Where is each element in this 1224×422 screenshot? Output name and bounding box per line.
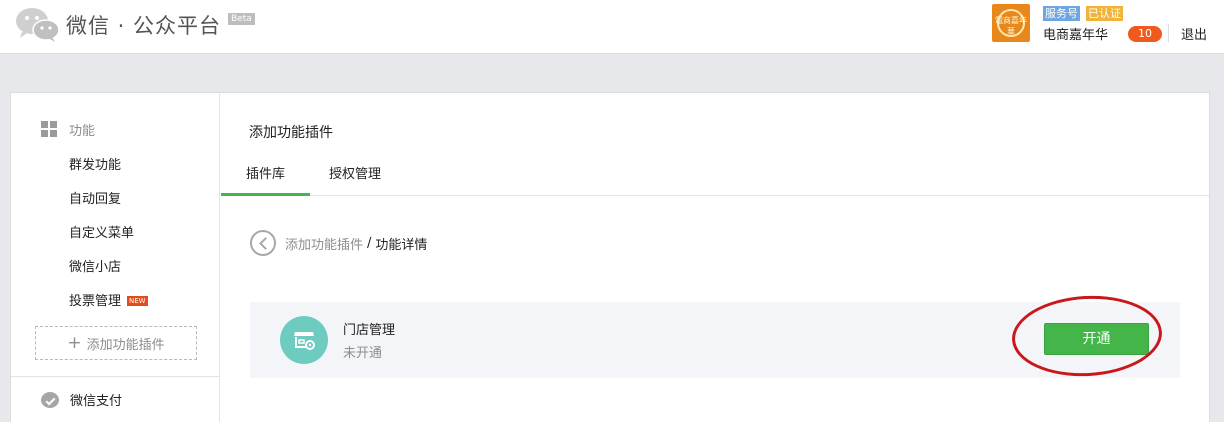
- beta-badge: Beta: [228, 13, 255, 25]
- tab-authorization-management[interactable]: 授权管理: [329, 155, 381, 196]
- add-plugin-button[interactable]: + 添加功能插件: [35, 326, 197, 360]
- add-plugin-label: 添加功能插件: [86, 337, 165, 353]
- plugin-name: 门店管理: [343, 323, 396, 338]
- wechat-pay-icon: [41, 391, 59, 408]
- sidebar-item-mass-send[interactable]: 群发功能: [69, 154, 121, 173]
- tab-label: 授权管理: [329, 167, 382, 182]
- platform-title: 微信 · 公众平台: [66, 14, 222, 38]
- page-title: 添加功能插件: [249, 125, 333, 141]
- new-badge: NEW: [127, 296, 148, 306]
- sidebar: 功能 群发功能 自动回复 自定义菜单 微信小店 投票管理 NEW + 添加功能插件…: [11, 93, 220, 422]
- header-divider: [1168, 24, 1169, 42]
- top-header: 微信 · 公众平台 Beta 電商嘉年華 服务号 已认证 电商嘉年华 10 退出: [0, 0, 1224, 54]
- verified-badge: 已认证: [1086, 6, 1123, 21]
- tab-plugin-library[interactable]: 插件库: [221, 155, 310, 196]
- sidebar-item-vote-management[interactable]: 投票管理 NEW: [69, 290, 148, 309]
- sidebar-item-wechat-pay[interactable]: 微信支付: [41, 390, 122, 409]
- sidebar-item-label: 群发功能: [69, 158, 122, 173]
- main-container: 功能 群发功能 自动回复 自定义菜单 微信小店 投票管理 NEW + 添加功能插件…: [10, 92, 1210, 422]
- message-count-badge[interactable]: 10: [1128, 26, 1162, 42]
- account-name[interactable]: 电商嘉年华: [1043, 24, 1108, 43]
- sidebar-item-label: 自动回复: [69, 192, 122, 207]
- breadcrumb-parent-link[interactable]: 添加功能插件: [285, 234, 363, 253]
- wechat-logo-icon: [16, 8, 60, 42]
- sidebar-item-label: 微信小店: [69, 260, 122, 275]
- sidebar-item-auto-reply[interactable]: 自动回复: [69, 188, 121, 207]
- avatar-text: 電商嘉年華: [995, 16, 1027, 36]
- account-avatar[interactable]: 電商嘉年華: [992, 4, 1030, 42]
- account-type-badge: 服务号: [1043, 6, 1080, 21]
- nav-group-label: 功能: [69, 123, 96, 139]
- store-icon: [280, 316, 328, 364]
- sidebar-item-custom-menu[interactable]: 自定义菜单: [69, 222, 134, 241]
- sidebar-divider: [11, 376, 220, 377]
- sidebar-item-label: 自定义菜单: [69, 226, 135, 241]
- sidebar-item-wechat-store[interactable]: 微信小店: [69, 256, 121, 275]
- plus-icon: +: [67, 332, 82, 353]
- plugin-status: 未开通: [343, 346, 383, 361]
- breadcrumb: 添加功能插件 / 功能详情: [250, 230, 427, 256]
- tab-bar: 插件库 授权管理: [221, 155, 1209, 196]
- nav-group-features: 功能: [41, 120, 96, 139]
- logout-link[interactable]: 退出: [1181, 24, 1207, 43]
- breadcrumb-current: 功能详情: [375, 237, 428, 253]
- back-arrow-icon[interactable]: [250, 230, 276, 256]
- sidebar-item-label: 投票管理: [69, 294, 122, 309]
- sidebar-item-label: 微信支付: [70, 394, 123, 409]
- tab-label: 插件库: [245, 167, 285, 182]
- grid-icon: [41, 121, 57, 137]
- breadcrumb-separator: /: [367, 235, 372, 251]
